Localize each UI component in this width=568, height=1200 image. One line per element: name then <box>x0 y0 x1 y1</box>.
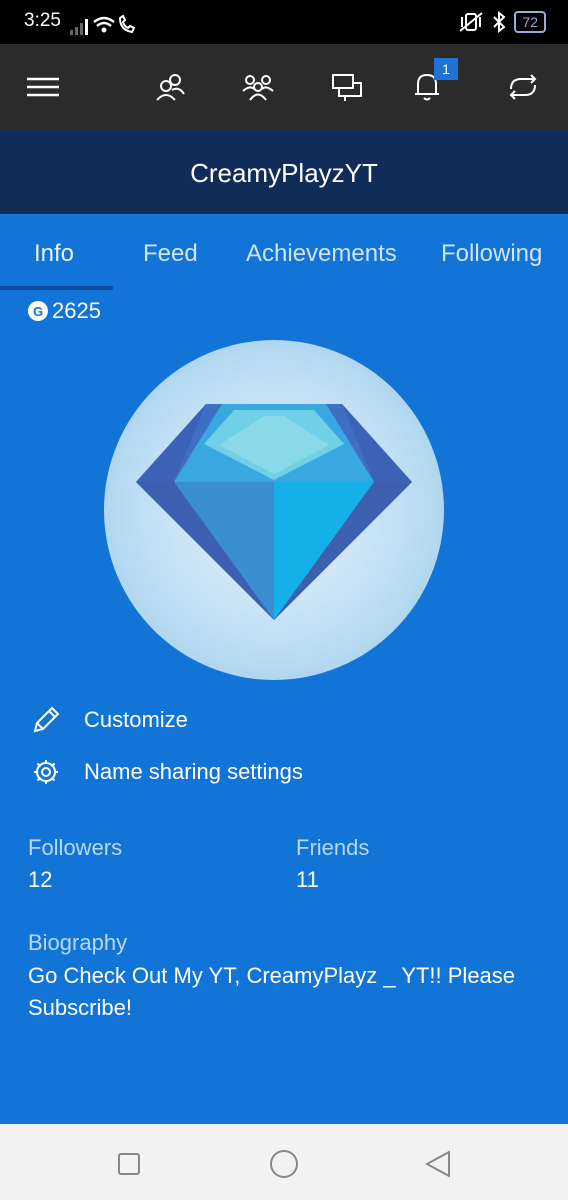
tab-info[interactable]: Info <box>34 240 74 268</box>
profile-tabs: Info Feed Achievements Following <box>0 214 568 292</box>
tab-achievements[interactable]: Achievements <box>246 240 397 268</box>
gamerscore: G 2625 <box>28 298 101 324</box>
top-nav-bar <box>0 44 568 130</box>
system-nav-bar <box>0 1124 568 1200</box>
messages-icon[interactable] <box>324 64 370 110</box>
gamertag-title: CreamyPlayzYT <box>190 158 378 188</box>
menu-icon[interactable] <box>20 64 66 110</box>
biography-label: Biography <box>28 930 128 955</box>
pencil-icon <box>30 704 62 736</box>
friends-count[interactable]: 11 <box>296 867 319 893</box>
gear-icon <box>30 756 62 788</box>
gamerscore-value: 2625 <box>52 298 101 323</box>
title-bar: CreamyPlayzYT <box>0 130 568 214</box>
home-circle-icon[interactable] <box>268 1148 300 1180</box>
sync-icon[interactable] <box>500 64 546 110</box>
tab-following[interactable]: Following <box>441 240 542 268</box>
customize-action[interactable]: Customize <box>30 704 188 736</box>
tab-feed[interactable]: Feed <box>143 240 198 268</box>
gamerpic-avatar[interactable] <box>104 340 444 680</box>
followers-label: Followers <box>28 835 123 860</box>
vibrate-icon <box>459 12 484 32</box>
party-icon[interactable] <box>235 64 281 110</box>
name-sharing-action[interactable]: Name sharing settings <box>30 756 303 788</box>
friends-label: Friends <box>296 835 370 860</box>
signal-wifi-call-icons <box>70 14 136 35</box>
back-triangle-icon[interactable] <box>422 1148 454 1180</box>
biography-text: Go Check Out My YT, CreamyPlayz _ YT!! P… <box>28 963 516 1020</box>
followers-count[interactable]: 12 <box>28 867 52 893</box>
diamond-icon <box>136 404 412 620</box>
notification-badge: 1 <box>434 58 458 80</box>
name-sharing-label: Name sharing settings <box>84 759 303 784</box>
customize-label: Customize <box>84 707 188 732</box>
active-tab-indicator <box>0 286 113 290</box>
recents-square-icon[interactable] <box>113 1148 145 1180</box>
bluetooth-icon <box>493 11 506 33</box>
gamerscore-icon: G <box>28 301 48 321</box>
status-bar: 3:25 72 <box>0 0 568 44</box>
battery-indicator: 72 <box>514 11 546 33</box>
friends-icon[interactable] <box>147 64 193 110</box>
status-time: 3:25 <box>24 10 61 31</box>
